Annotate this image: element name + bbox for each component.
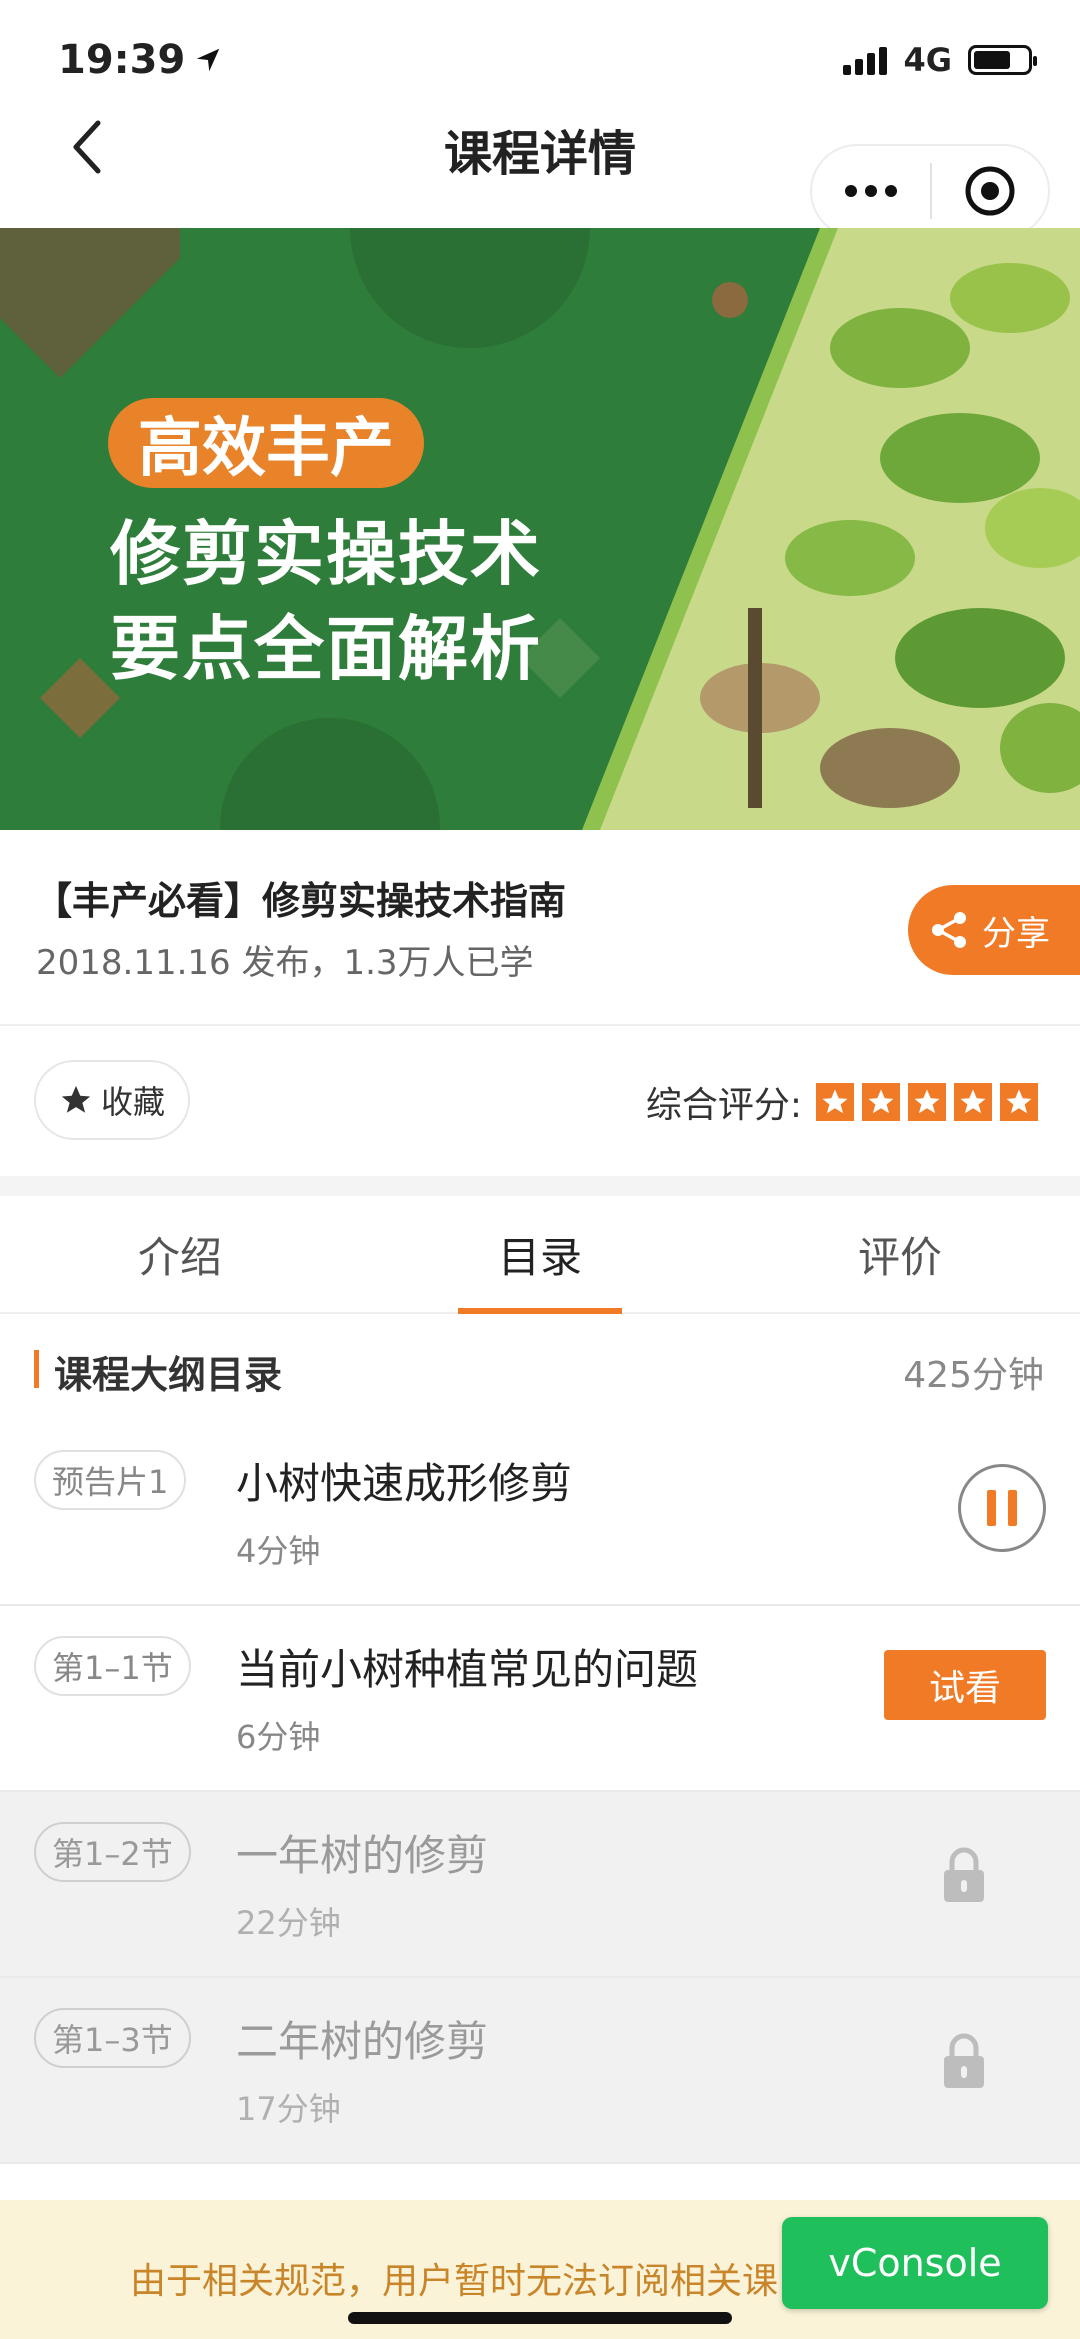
trial-watch-button[interactable]: 试看 — [884, 1650, 1046, 1720]
star-icon — [61, 1085, 91, 1113]
rating-stars — [816, 1083, 1038, 1121]
pause-button[interactable] — [958, 1464, 1046, 1552]
course-info: 【丰产必看】修剪实操技术指南 2018.11.16 发布，1.3万人已学 分享 — [0, 830, 1080, 1026]
more-dots-icon — [845, 185, 857, 197]
rating: 综合评分: — [646, 1076, 1038, 1128]
rating-star-icon — [816, 1083, 854, 1121]
rating-star-icon — [908, 1083, 946, 1121]
more-menu-button[interactable] — [812, 146, 930, 236]
course-title: 【丰产必看】修剪实操技术指南 — [34, 879, 567, 923]
lesson-duration: 6分钟 — [236, 1718, 321, 1756]
banner-tag: 高效丰产 — [108, 398, 424, 488]
lesson-title: 二年树的修剪 — [236, 2017, 489, 2066]
lesson-badge: 第1–3节 — [34, 2008, 191, 2068]
lesson-badge: 预告片1 — [34, 1450, 187, 1510]
lesson-badge: 第1–1节 — [34, 1636, 191, 1696]
banner-headline-line1: 修剪实操技术 — [110, 513, 542, 595]
action-row: 收藏 综合评分: — [0, 1026, 1080, 1176]
lesson-list: 预告片1 小树快速成形修剪 4分钟 第1–1节 当前小树种植常见的问题 6分钟 … — [0, 1420, 1080, 2164]
miniprogram-capsule — [810, 144, 1050, 238]
lock-icon — [944, 2033, 984, 2088]
network-type: 4G — [903, 41, 952, 79]
lesson-title: 小树快速成形修剪 — [236, 1459, 573, 1508]
lock-icon — [944, 1847, 984, 1902]
nav-bar: 课程详情 — [0, 100, 1080, 238]
close-miniprogram-button[interactable] — [932, 146, 1048, 236]
pause-icon — [987, 1490, 996, 1526]
vconsole-button[interactable]: vConsole — [782, 2217, 1048, 2309]
tab-reviews[interactable]: 评价 — [720, 1196, 1080, 1312]
status-right: 4G — [843, 41, 1037, 79]
rating-star-icon — [1000, 1083, 1038, 1121]
course-meta: 2018.11.16 发布，1.3万人已学 — [36, 943, 534, 983]
outline-header: 课程大纲目录 425分钟 — [0, 1316, 1080, 1420]
target-circle-icon — [965, 166, 1015, 216]
banner-headline-line2: 要点全面解析 — [110, 608, 542, 690]
lesson-title: 一年树的修剪 — [236, 1831, 489, 1880]
status-time: 19:39 — [58, 37, 223, 83]
lesson-item[interactable]: 第1–1节 当前小树种植常见的问题 6分钟 试看 — [0, 1606, 1080, 1792]
share-button[interactable]: 分享 — [908, 885, 1080, 975]
outline-accent-bar — [34, 1350, 39, 1388]
course-banner[interactable]: 高效丰产 修剪实操技术 要点全面解析 — [0, 228, 1080, 830]
location-arrow-icon — [197, 48, 220, 72]
battery-icon — [968, 45, 1037, 75]
status-time-text: 19:39 — [58, 37, 186, 83]
rating-star-icon — [954, 1083, 992, 1121]
rating-label: 综合评分: — [645, 1085, 802, 1126]
lesson-duration: 17分钟 — [236, 2090, 341, 2128]
share-label: 分享 — [982, 913, 1050, 954]
home-indicator[interactable] — [348, 2312, 732, 2324]
tab-intro[interactable]: 介绍 — [0, 1196, 360, 1312]
section-divider — [0, 1176, 1080, 1196]
notice-text: 由于相关规范，用户暂时无法订阅相关课 — [130, 2261, 779, 2302]
signal-icon — [843, 45, 888, 75]
lesson-item[interactable]: 预告片1 小树快速成形修剪 4分钟 — [0, 1420, 1080, 1606]
lesson-duration: 4分钟 — [236, 1532, 321, 1570]
rating-star-icon — [862, 1083, 900, 1121]
collect-button[interactable]: 收藏 — [34, 1060, 190, 1140]
outline-total-duration: 425分钟 — [903, 1355, 1044, 1396]
lesson-title: 当前小树种植常见的问题 — [236, 1645, 699, 1694]
lesson-duration: 22分钟 — [236, 1904, 341, 1942]
outline-title: 课程大纲目录 — [54, 1353, 283, 1397]
lesson-item[interactable]: 第1–3节 二年树的修剪 17分钟 — [0, 1978, 1080, 2164]
lesson-item[interactable]: 第1–2节 一年树的修剪 22分钟 — [0, 1792, 1080, 1978]
share-icon — [932, 912, 966, 948]
lesson-badge: 第1–2节 — [34, 1822, 191, 1882]
tab-catalog[interactable]: 目录 — [360, 1196, 720, 1312]
tab-bar: 介绍 目录 评价 — [0, 1196, 1080, 1314]
collect-label: 收藏 — [100, 1083, 165, 1121]
